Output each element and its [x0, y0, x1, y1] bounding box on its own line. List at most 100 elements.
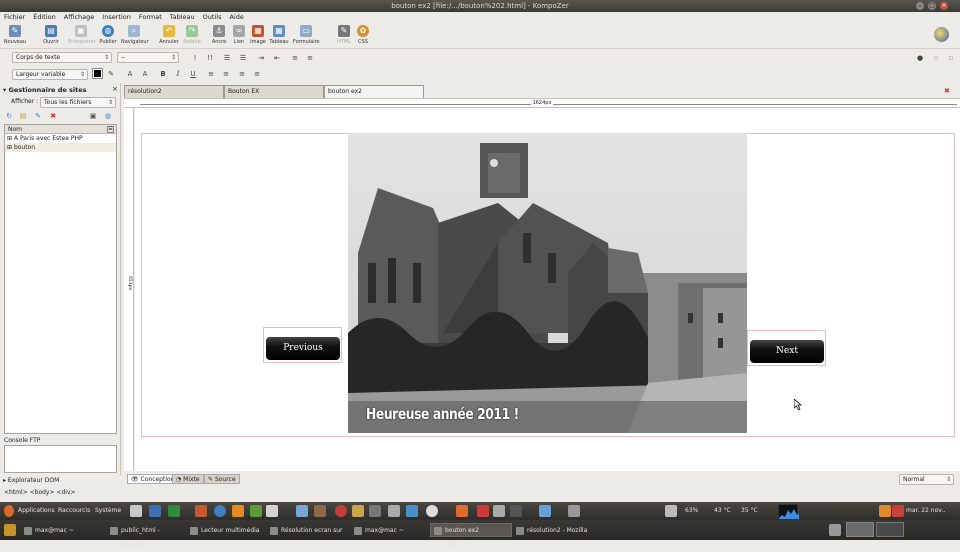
task-media-player[interactable]: Lecteur multimédia ...: [186, 523, 266, 548]
edit-site-icon[interactable]: ▣: [88, 111, 98, 121]
align-right-icon[interactable]: ≡: [237, 69, 247, 79]
task-terminal-2[interactable]: max@mac ~: [350, 523, 430, 537]
tab-bouton-ex2[interactable]: bouton ex2: [324, 85, 424, 98]
status-mode-select[interactable]: Normal: [899, 474, 954, 485]
workspace-2[interactable]: [876, 522, 904, 537]
app-launcher-icon[interactable]: [388, 505, 400, 517]
task-resolution-forum[interactable]: Résolution ecran sur ...: [266, 523, 350, 548]
mail-tray-icon[interactable]: [892, 505, 904, 517]
close-tab-icon[interactable]: ✖: [944, 87, 950, 95]
places-menu[interactable]: Raccourcis: [58, 502, 90, 520]
ftp-console-output[interactable]: [4, 445, 117, 473]
app-2-launcher-icon[interactable]: [477, 505, 489, 517]
align-block-icon[interactable]: ≡: [305, 53, 315, 63]
applications-menu[interactable]: Applications: [18, 502, 55, 520]
menu-edition[interactable]: Édition: [29, 12, 60, 23]
skype-launcher-icon[interactable]: [406, 505, 418, 517]
menu-fichier[interactable]: Fichier: [0, 12, 29, 23]
files-launcher-icon[interactable]: [266, 505, 278, 517]
image-launcher-icon[interactable]: [296, 505, 308, 517]
settings-icon[interactable]: ●: [915, 53, 925, 63]
browser-button[interactable]: ⌕ Navigateur: [121, 25, 149, 45]
web-icon[interactable]: ◍: [103, 111, 113, 121]
workspace-1[interactable]: [846, 522, 874, 537]
class-select[interactable]: --: [117, 52, 179, 63]
close-icon[interactable]: ×: [940, 2, 948, 10]
align-left-icon[interactable]: ≡: [206, 69, 216, 79]
minimize-icon[interactable]: –: [916, 2, 924, 10]
delete-icon[interactable]: ✖: [48, 111, 58, 121]
highlight-icon[interactable]: ✎: [106, 69, 116, 79]
bold-icon[interactable]: B: [158, 69, 168, 79]
church-photo[interactable]: Heureuse année 2011 !: [348, 133, 747, 433]
maximize-icon[interactable]: □: [928, 2, 936, 10]
tag-path-bar[interactable]: <html> <body> <div>: [0, 487, 960, 499]
system-menu[interactable]: Système: [95, 502, 121, 520]
editor-launcher-icon[interactable]: [250, 505, 262, 517]
form-button[interactable]: ▭ Formulaire: [293, 25, 320, 45]
dom-explorer-header[interactable]: ▸ Explorateur DOM: [3, 477, 59, 484]
power-launcher-icon[interactable]: [426, 505, 438, 517]
text-color-swatch[interactable]: [92, 68, 103, 79]
next-button[interactable]: Next: [750, 340, 824, 363]
tree-item[interactable]: ⊞ A Paris avec Estee PHP: [5, 134, 116, 143]
tab-mixte[interactable]: ◔ Mixte: [172, 474, 204, 484]
align-justify-2-icon[interactable]: ≡: [252, 69, 262, 79]
refresh-icon[interactable]: ↻: [4, 111, 14, 121]
font-select[interactable]: Largeur variable: [12, 69, 88, 80]
show-desktop-icon[interactable]: [4, 524, 16, 536]
vlc-2-launcher-icon[interactable]: [456, 505, 468, 517]
underline-icon[interactable]: U: [188, 69, 198, 79]
mark-icon[interactable]: !: [190, 53, 200, 63]
menu-outils[interactable]: Outils: [199, 12, 226, 23]
publish-button[interactable]: ◍ Publier: [95, 25, 121, 45]
panel-icon[interactable]: ▫: [946, 53, 956, 63]
window-icon[interactable]: ▫: [931, 53, 941, 63]
gimp-launcher-icon[interactable]: [314, 505, 326, 517]
align-justify-icon[interactable]: ≡: [290, 53, 300, 63]
save-button[interactable]: ▣ Enregistrer: [68, 25, 96, 45]
vlc-launcher-icon[interactable]: [232, 505, 244, 517]
firefox-launcher-icon[interactable]: [214, 505, 226, 517]
numbered-list-icon[interactable]: ☰: [222, 53, 232, 63]
tree-item[interactable]: ⊞ bouton: [5, 143, 116, 152]
trash-icon[interactable]: [829, 524, 841, 536]
chat-launcher-icon[interactable]: [369, 505, 381, 517]
font-smaller-icon[interactable]: A: [125, 69, 135, 79]
rename-icon[interactable]: ✎: [33, 111, 43, 121]
box-launcher-icon[interactable]: [539, 505, 551, 517]
task-kompozer[interactable]: bouton ex2 [file:/.../b...: [430, 523, 512, 548]
settings-launcher-icon[interactable]: [568, 505, 580, 517]
outdent-icon[interactable]: ⇤: [272, 53, 282, 63]
printer-icon[interactable]: [665, 505, 677, 517]
mail-launcher-icon[interactable]: [352, 505, 364, 517]
paragraph-style-select[interactable]: Corps de texte: [12, 52, 112, 63]
menu-format[interactable]: Format: [135, 12, 166, 23]
bullet-list-icon[interactable]: ☰: [238, 53, 248, 63]
new-button[interactable]: ✎ Nouveau: [2, 25, 28, 45]
redo-button[interactable]: ↷ Refaire: [179, 25, 205, 45]
task-terminal[interactable]: max@mac ~: [20, 523, 106, 537]
menu-aide[interactable]: Aide: [225, 12, 247, 23]
task-navigator[interactable]: public_html - Navigat...: [106, 523, 186, 548]
media-launcher-icon[interactable]: [335, 505, 347, 517]
menu-tableau[interactable]: Tableau: [166, 12, 199, 23]
css-button[interactable]: ✿ CSS: [350, 25, 376, 45]
writer-launcher-icon[interactable]: [149, 505, 161, 517]
menu-affichage[interactable]: Affichage: [60, 12, 99, 23]
tab-conception[interactable]: 👁 Conception: [127, 474, 179, 484]
new-folder-icon[interactable]: ▤: [18, 111, 28, 121]
vlc-tray-icon[interactable]: [879, 505, 891, 517]
indent-icon[interactable]: ⇥: [256, 53, 266, 63]
terminal-launcher-icon[interactable]: [130, 505, 142, 517]
calc-launcher-icon[interactable]: [168, 505, 180, 517]
system-monitor-graph[interactable]: [778, 504, 799, 519]
table-button[interactable]: ▦ Tableau: [266, 25, 292, 45]
impress-launcher-icon[interactable]: [195, 505, 207, 517]
marks-icon[interactable]: !!: [205, 53, 215, 63]
terminal-2-launcher-icon[interactable]: [510, 505, 522, 517]
align-center-icon[interactable]: ≡: [221, 69, 231, 79]
italic-icon[interactable]: I: [173, 69, 183, 79]
close-panel-icon[interactable]: ×: [112, 85, 118, 93]
file-filter-select[interactable]: Tous les fichiers: [40, 97, 116, 108]
